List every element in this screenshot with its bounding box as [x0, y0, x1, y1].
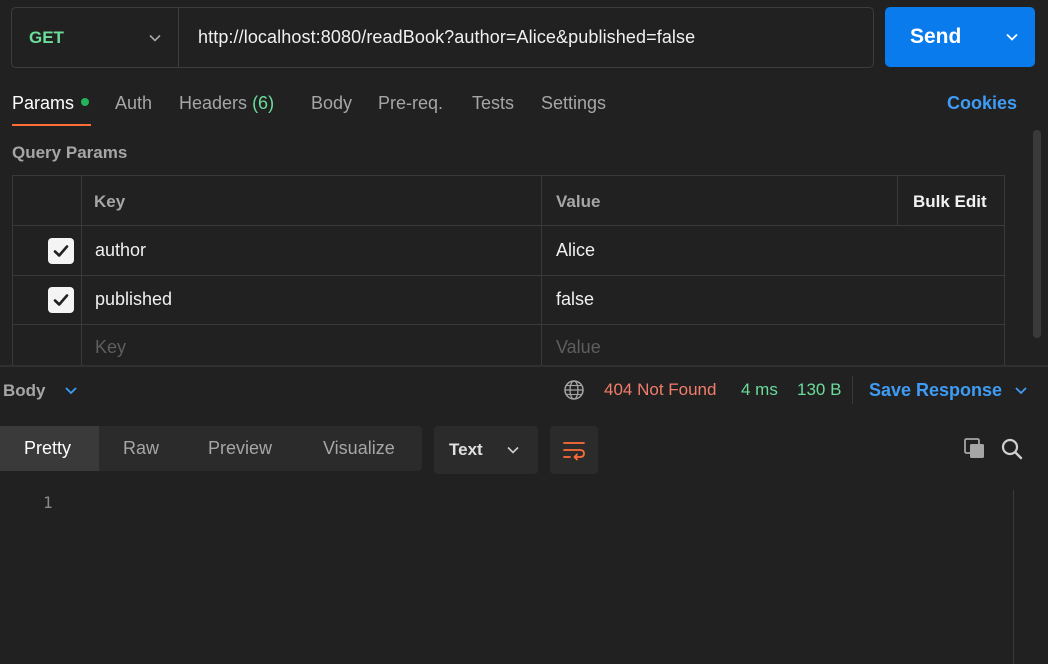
new-value-input[interactable]: Value	[556, 337, 601, 358]
response-status[interactable]: 404 Not Found	[604, 380, 716, 400]
active-tab-underline	[12, 124, 91, 126]
chevron-down-icon[interactable]	[63, 384, 79, 398]
param-checkbox[interactable]	[48, 287, 74, 313]
globe-icon[interactable]	[563, 379, 585, 401]
column-header-value: Value	[556, 192, 601, 211]
bulk-edit-button[interactable]: Bulk Edit	[913, 192, 987, 212]
wrap-lines-icon	[563, 442, 585, 461]
param-checkbox[interactable]	[48, 238, 74, 264]
format-tab-raw[interactable]: Raw	[99, 426, 184, 471]
tab-params[interactable]: Params	[12, 93, 90, 114]
chevron-down-icon	[507, 446, 519, 454]
pane-divider[interactable]	[0, 365, 1048, 367]
tab-settings[interactable]: Settings	[541, 93, 606, 114]
request-url-bar: GET http://localhost:8080/readBook?autho…	[11, 7, 874, 68]
tab-auth[interactable]: Auth	[115, 93, 152, 114]
query-params-table: Key Value Bulk Edit author Alice publish…	[12, 175, 1005, 366]
param-key[interactable]: author	[95, 240, 146, 261]
language-dropdown[interactable]: Text	[434, 426, 538, 474]
format-tab-preview[interactable]: Preview	[184, 426, 299, 471]
column-divider	[897, 176, 898, 226]
response-size[interactable]: 130 B	[797, 380, 841, 400]
cookies-link[interactable]: Cookies	[947, 93, 1017, 114]
tab-headers-label: Headers	[179, 93, 248, 113]
column-header-key: Key	[94, 192, 126, 211]
row-divider	[13, 275, 1004, 276]
column-divider	[81, 176, 82, 366]
chevron-down-icon[interactable]	[1004, 29, 1020, 45]
line-number: 1	[43, 493, 53, 512]
params-active-dot	[81, 98, 90, 107]
param-key[interactable]: published	[95, 289, 172, 310]
request-scrollbar[interactable]	[1033, 130, 1041, 338]
method-label: GET	[29, 27, 64, 47]
tab-headers[interactable]: Headers (6)	[179, 93, 274, 114]
save-response-button[interactable]: Save Response	[869, 380, 1002, 401]
copy-icon[interactable]	[963, 437, 987, 461]
row-divider	[13, 225, 1004, 226]
send-button[interactable]: Send	[885, 7, 1035, 67]
response-time[interactable]: 4 ms	[741, 380, 778, 400]
checkmark-icon	[53, 294, 69, 306]
chevron-down-icon	[149, 34, 161, 42]
method-selector[interactable]: GET	[12, 8, 179, 67]
checkmark-icon	[53, 245, 69, 257]
tab-tests[interactable]: Tests	[472, 93, 514, 114]
search-icon[interactable]	[1000, 437, 1024, 461]
row-divider	[13, 324, 1004, 325]
new-key-input[interactable]: Key	[95, 337, 126, 358]
wrap-lines-button[interactable]	[550, 426, 598, 474]
headers-count: (6)	[252, 93, 275, 113]
param-value[interactable]: false	[556, 289, 594, 310]
url-input[interactable]: http://localhost:8080/readBook?author=Al…	[179, 27, 695, 48]
editor-scroll-track	[1013, 490, 1014, 664]
response-format-tabs: Pretty Raw Preview Visualize	[0, 426, 422, 471]
send-label: Send	[910, 25, 962, 48]
format-tab-pretty[interactable]: Pretty	[0, 426, 99, 471]
chevron-down-icon[interactable]	[1013, 384, 1029, 398]
tab-body[interactable]: Body	[311, 93, 352, 114]
separator	[852, 376, 853, 404]
param-value[interactable]: Alice	[556, 240, 595, 261]
column-divider	[541, 176, 542, 366]
tab-prereq[interactable]: Pre-req.	[378, 93, 443, 114]
format-tab-visualize[interactable]: Visualize	[299, 426, 422, 471]
tab-params-label: Params	[12, 93, 75, 113]
response-body-label[interactable]: Body	[3, 381, 46, 401]
query-params-title: Query Params	[12, 143, 128, 162]
language-label: Text	[449, 440, 483, 459]
